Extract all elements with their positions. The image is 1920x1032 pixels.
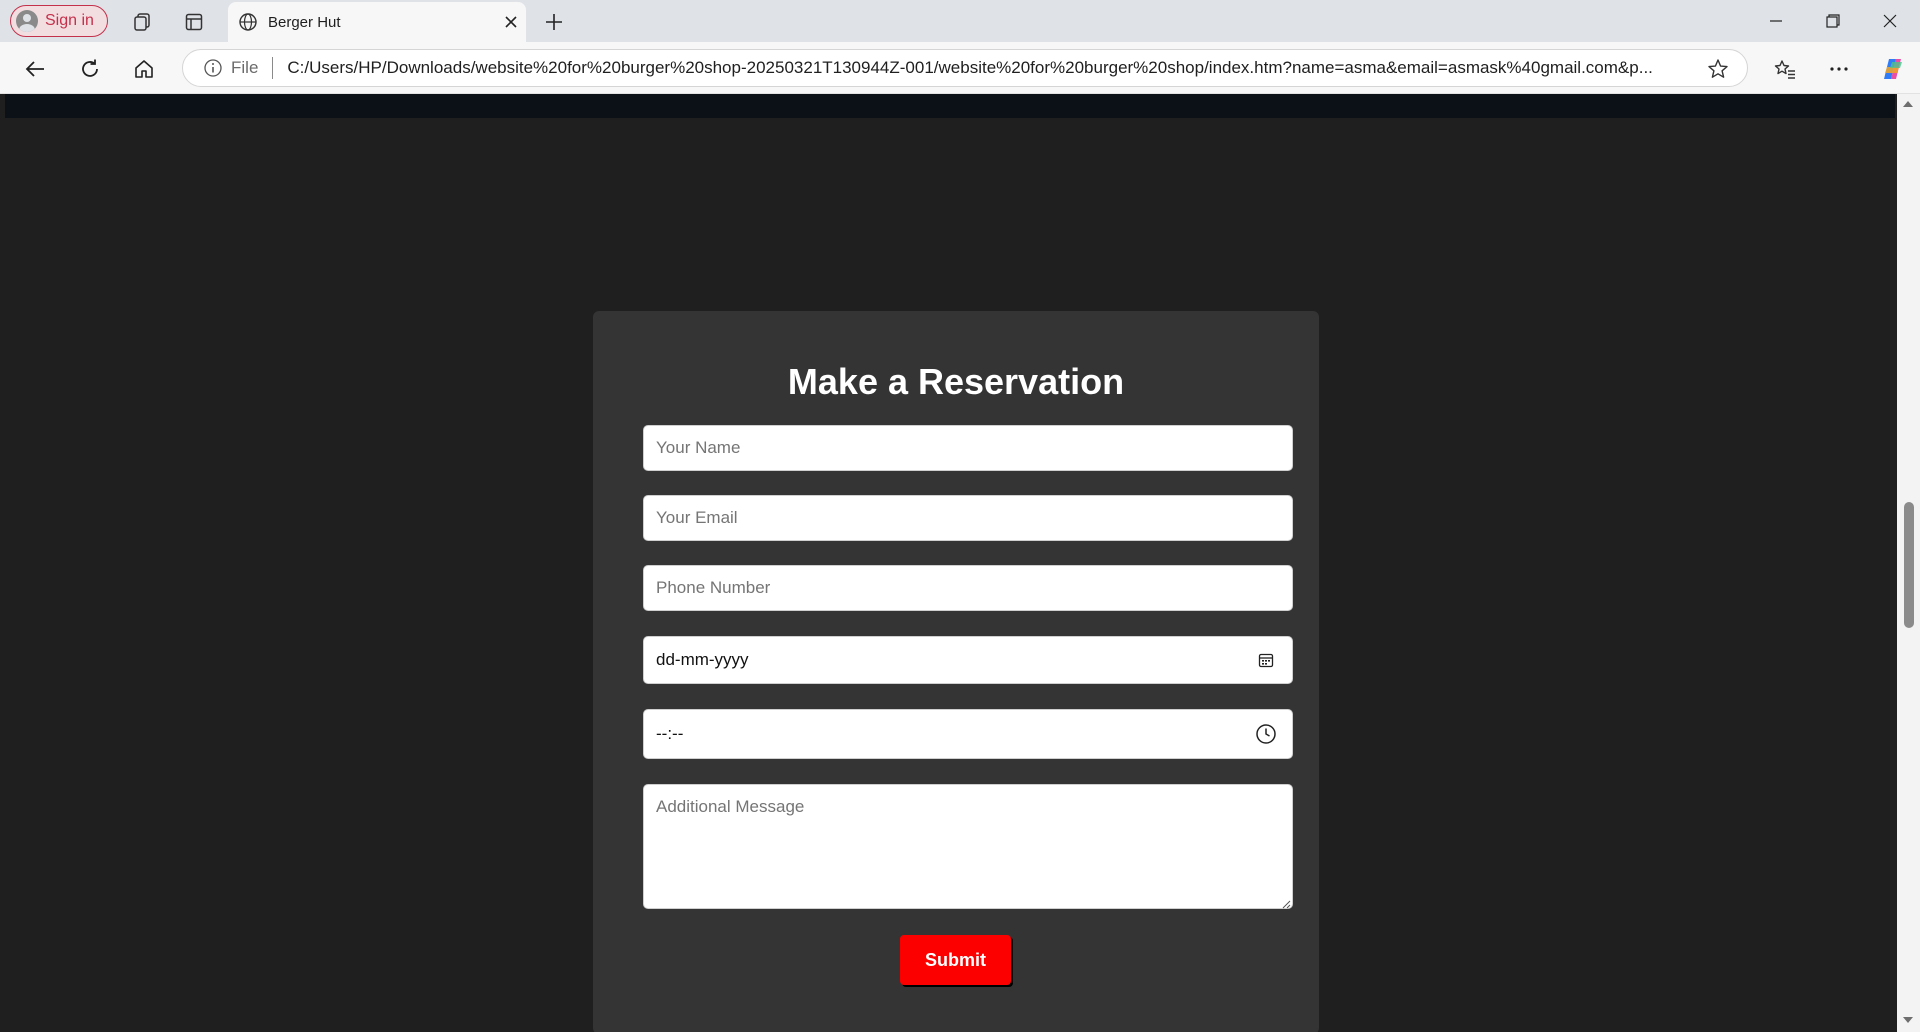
clock-icon[interactable] [1254,722,1278,746]
tab-title: Berger Hut [268,13,341,31]
name-input[interactable] [643,425,1293,471]
info-icon [204,59,222,77]
calendar-icon[interactable] [1254,648,1278,672]
scrollbar-thumb[interactable] [1904,502,1914,628]
form-title: Make a Reservation [787,361,1125,402]
profile-icon [16,10,38,32]
address-separator [272,57,274,79]
copilot-icon[interactable] [1876,52,1910,86]
address-bar[interactable]: File C:/Users/HP/Downloads/website%20for… [182,49,1748,87]
browser-toolbar: File C:/Users/HP/Downloads/website%20for… [0,42,1920,94]
minimize-icon[interactable] [1756,6,1796,36]
close-icon[interactable] [496,7,526,37]
time-input[interactable]: --:-- [643,709,1293,759]
tab-actions-icon[interactable] [178,6,210,38]
message-textarea[interactable] [643,784,1293,909]
star-icon[interactable] [1707,58,1729,85]
file-label: File [231,58,259,77]
message-wrapper [593,784,1319,909]
vertical-scrollbar[interactable] [1897,94,1920,1032]
sign-in-label: Sign in [45,12,94,29]
scroll-up-icon[interactable] [1902,98,1914,110]
globe-icon [238,12,258,32]
sign-in-button[interactable]: Sign in [10,5,108,37]
collections-icon[interactable] [126,6,158,38]
email-input[interactable] [643,495,1293,541]
favorites-icon[interactable] [1768,52,1802,86]
phone-input[interactable] [643,565,1293,611]
page-viewport: Make a Reservation dd-mm-yyyy --:-- Subm… [5,94,1895,1032]
browser-tab[interactable]: Berger Hut [228,2,526,42]
back-icon[interactable] [18,52,52,86]
scroll-down-icon[interactable] [1902,1014,1914,1026]
reservation-form: Make a Reservation dd-mm-yyyy --:-- Subm… [593,311,1319,1032]
plus-icon[interactable] [538,6,570,38]
tab-bar: Sign in Berger Hut [0,0,1920,42]
close-window-icon[interactable] [1870,6,1910,36]
restore-icon[interactable] [1813,6,1853,36]
date-input[interactable]: dd-mm-yyyy [643,636,1293,684]
refresh-icon[interactable] [73,52,107,86]
time-value: --:-- [656,724,684,743]
url-text[interactable]: C:/Users/HP/Downloads/website%20for%20bu… [287,58,1693,78]
page-header-strip [5,94,1895,118]
submit-button[interactable]: Submit [900,935,1011,985]
site-info-button[interactable]: File [203,58,258,78]
resize-grip-icon[interactable] [1281,896,1291,909]
more-icon[interactable] [1822,52,1856,86]
date-value: dd-mm-yyyy [656,650,749,669]
home-icon[interactable] [127,52,161,86]
